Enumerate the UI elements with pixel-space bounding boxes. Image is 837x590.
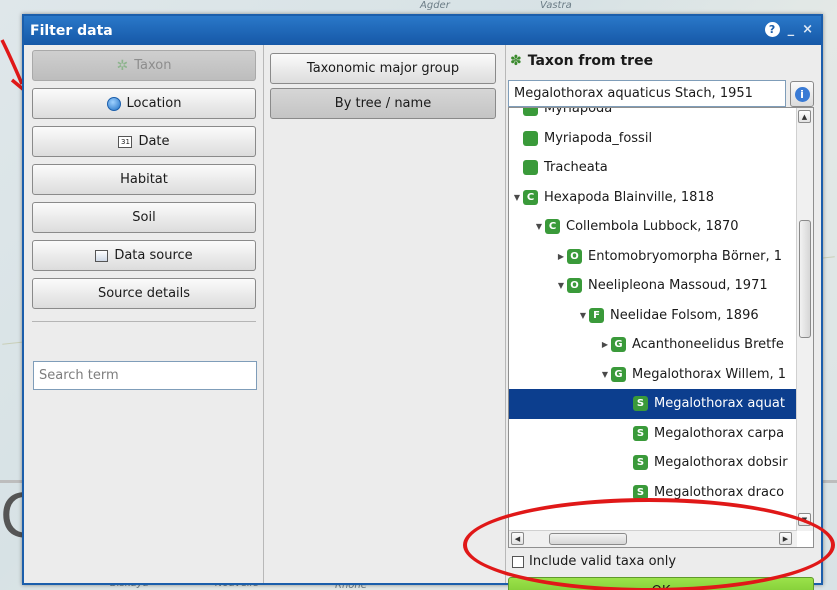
expand-right-icon[interactable]: ▶: [599, 340, 611, 349]
tree-node-label: Myriapoda_fossil: [544, 130, 653, 146]
tree-node[interactable]: ▶ O Entomobryomorpha Börner, 1: [509, 242, 797, 272]
location-button-label: Location: [126, 96, 182, 111]
habitat-button[interactable]: Habitat: [32, 164, 256, 195]
tree-node-label: Megalothorax Willem, 1: [632, 366, 787, 382]
annotation-ellipse: [463, 498, 835, 590]
calendar-icon: 31: [118, 135, 133, 148]
taxon-tree[interactable]: Myriapoda Myriapoda_fossil Tracheata ▼ C Hexa…: [508, 107, 814, 548]
taxon-mode-panel: Taxonomic major group By tree / name: [264, 45, 506, 583]
taxon-button[interactable]: ✲ Taxon: [32, 50, 256, 81]
date-button-label: Date: [138, 134, 170, 149]
tree-node[interactable]: S Megalothorax dobsir: [509, 448, 797, 478]
globe-icon: [106, 96, 121, 111]
taxon-name-field[interactable]: [508, 80, 786, 107]
location-button[interactable]: Location: [32, 88, 256, 119]
map-divider: [822, 480, 837, 483]
tree-node-label: Megalothorax aquat: [654, 396, 785, 412]
habitat-button-label: Habitat: [120, 172, 168, 187]
rank-badge-icon: [523, 130, 538, 146]
tree-node[interactable]: Tracheata: [509, 153, 797, 183]
rank-badge-icon: O: [567, 278, 582, 294]
taxon-button-label: Taxon: [134, 58, 172, 73]
tree-node-label: Neelidae Folsom, 1896: [610, 307, 759, 323]
map-label: Vastra: [540, 0, 572, 11]
data-source-button[interactable]: Data source: [32, 240, 256, 271]
info-button[interactable]: i: [790, 81, 814, 107]
soil-button-label: Soil: [132, 210, 156, 225]
expand-down-icon[interactable]: ▼: [555, 281, 567, 290]
rank-badge-icon: O: [567, 248, 582, 264]
rank-badge-icon: C: [523, 189, 538, 205]
tree-node[interactable]: ▼ C Hexapoda Blainville, 1818: [509, 183, 797, 213]
tree-node[interactable]: Myriapoda: [509, 107, 797, 124]
scroll-up-button[interactable]: ▲: [798, 110, 811, 123]
by-tree-name-label: By tree / name: [334, 96, 432, 111]
dialog-titlebar[interactable]: Filter data ? _ ×: [24, 16, 821, 45]
vertical-scrollbar[interactable]: ▲ ▼: [796, 108, 813, 531]
tree-node[interactable]: Myriapoda_fossil: [509, 124, 797, 154]
rank-badge-icon: G: [611, 337, 626, 353]
data-source-button-label: Data source: [114, 248, 193, 263]
close-icon[interactable]: ×: [802, 23, 813, 36]
tree-node-label: Hexapoda Blainville, 1818: [544, 189, 714, 205]
tree-rows: Myriapoda Myriapoda_fossil Tracheata ▼ C Hexa…: [509, 107, 797, 507]
source-details-button[interactable]: Source details: [32, 278, 256, 309]
tree-node[interactable]: ▼ C Collembola Lubbock, 1870: [509, 212, 797, 242]
soil-button[interactable]: Soil: [32, 202, 256, 233]
tree-node[interactable]: ▼ G Megalothorax Willem, 1: [509, 360, 797, 390]
tree-node[interactable]: ▼ F Neelidae Folsom, 1896: [509, 301, 797, 331]
divider: [32, 321, 256, 322]
expand-right-icon[interactable]: ▶: [555, 252, 567, 261]
database-icon: [95, 249, 109, 262]
rank-badge-icon: S: [633, 396, 648, 412]
rank-badge-icon: S: [633, 425, 648, 441]
rank-badge-icon: [523, 160, 538, 176]
filter-category-panel: ✲ Taxon Location 31 Date Habitat Soil Da…: [24, 45, 264, 583]
minimize-icon[interactable]: _: [788, 23, 795, 36]
expand-down-icon[interactable]: ▼: [533, 222, 545, 231]
tree-node-label: Neelipleona Massoud, 1971: [588, 278, 768, 294]
rank-badge-icon: G: [611, 366, 626, 382]
taxonomic-major-group-button[interactable]: Taxonomic major group: [270, 53, 496, 84]
tree-node-label: Tracheata: [544, 160, 608, 176]
rank-badge-icon: F: [589, 307, 604, 323]
gear-icon: ✲: [116, 57, 129, 74]
map-label: Agder: [420, 0, 450, 11]
by-tree-name-button[interactable]: By tree / name: [270, 88, 496, 119]
search-input[interactable]: [33, 361, 257, 390]
expand-down-icon[interactable]: ▼: [511, 193, 523, 202]
help-icon[interactable]: ?: [764, 22, 780, 37]
tree-node-label: Entomobryomorpha Börner, 1: [588, 248, 783, 264]
tree-node[interactable]: S Megalothorax aquat: [509, 389, 797, 419]
tree-node-label: Megalothorax carpa: [654, 425, 785, 441]
tree-node[interactable]: S Megalothorax carpa: [509, 419, 797, 449]
tree-node-label: Megalothorax dobsir: [654, 455, 788, 471]
expand-down-icon[interactable]: ▼: [599, 370, 611, 379]
rank-badge-icon: [523, 108, 538, 117]
taxon-from-tree-title: Taxon from tree: [527, 53, 654, 69]
taxonomic-major-group-label: Taxonomic major group: [306, 61, 460, 76]
rank-badge-icon: C: [545, 219, 560, 235]
tree-node[interactable]: ▼ O Neelipleona Massoud, 1971: [509, 271, 797, 301]
rank-badge-icon: S: [633, 455, 648, 471]
dialog-title: Filter data: [30, 22, 113, 39]
bug-icon: ✽: [510, 53, 522, 69]
scroll-thumb[interactable]: [799, 220, 811, 338]
tree-node-label: Myriapoda: [544, 107, 613, 117]
tree-node-label: Acanthoneelidus Bretfe: [632, 337, 784, 353]
source-details-button-label: Source details: [97, 286, 191, 301]
tree-node[interactable]: ▶ G Acanthoneelidus Bretfe: [509, 330, 797, 360]
tree-node-label: Collembola Lubbock, 1870: [566, 219, 739, 235]
panel-title: ✽ Taxon from tree: [510, 53, 653, 69]
expand-down-icon[interactable]: ▼: [577, 311, 589, 320]
date-button[interactable]: 31 Date: [32, 126, 256, 157]
info-icon: i: [794, 86, 810, 102]
